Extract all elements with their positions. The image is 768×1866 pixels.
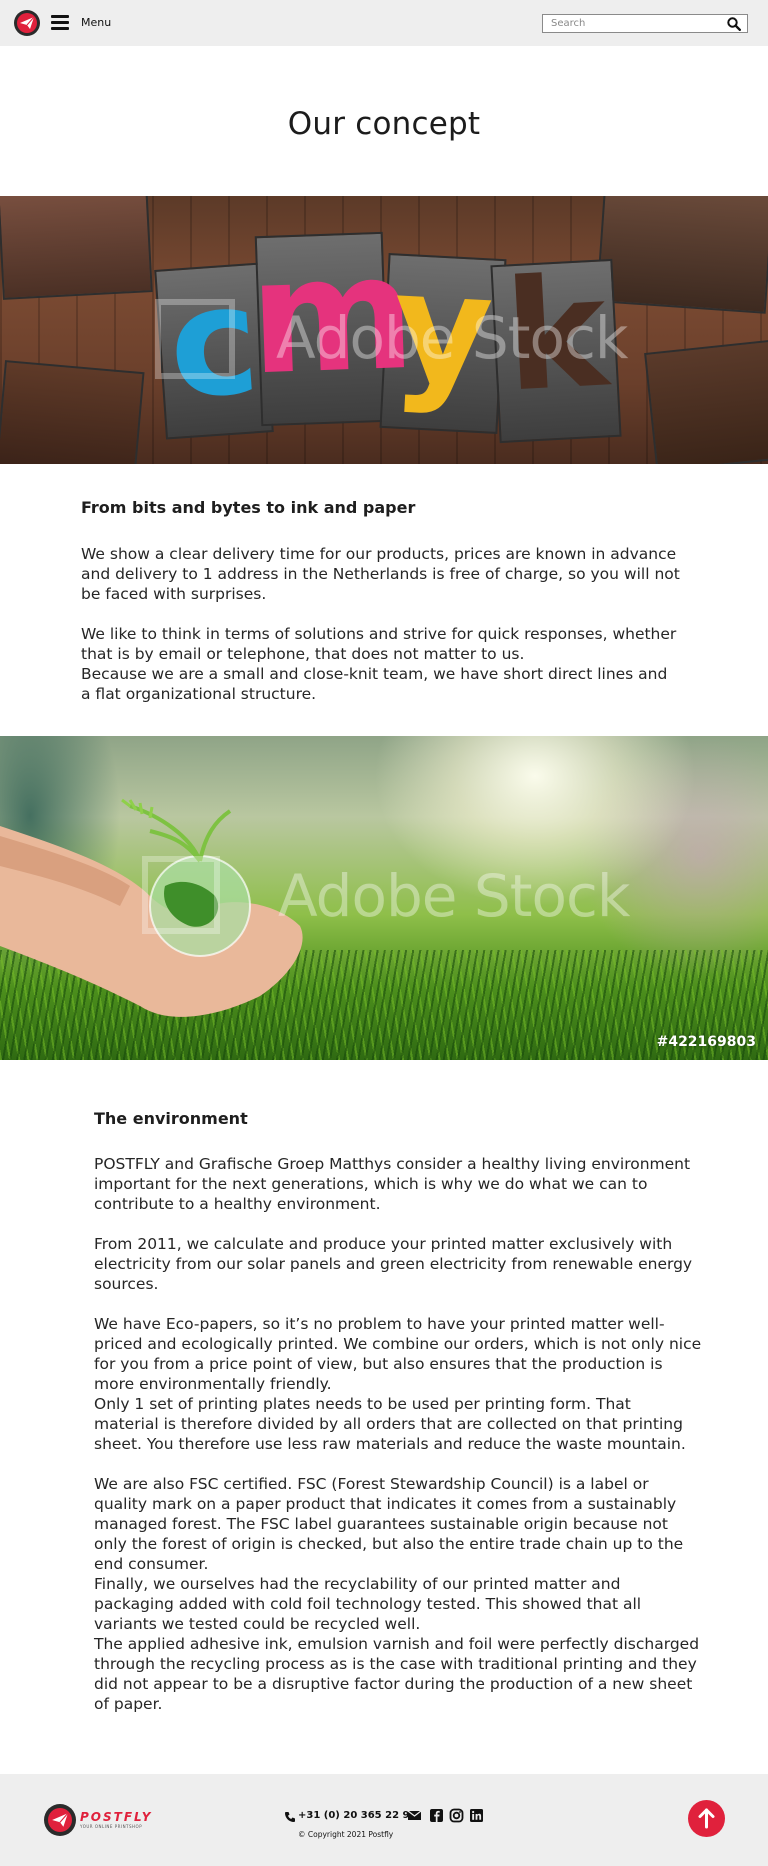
search-icon[interactable] [727,17,741,31]
footer-brand-name[interactable]: POSTFLY [80,1810,153,1824]
search-input[interactable] [543,15,723,32]
section1-paragraph-2: We like to think in terms of solutions a… [81,625,677,663]
adobe-stock-watermark: Adobe Stock [278,862,630,930]
stock-image-id: #422169803 [656,1034,756,1050]
instagram-icon[interactable] [449,1808,464,1823]
menu-label[interactable]: Menu [81,16,111,29]
section2-paragraph-1: POSTFLY and Grafische Groep Matthys cons… [94,1155,691,1213]
footer-brand-tagline: YOUR ONLINE PRINTSHOP [80,1824,143,1829]
scroll-to-top-button[interactable] [688,1800,725,1837]
linkedin-icon[interactable] [469,1808,484,1823]
section2-paragraph-4: Only 1 set of printing plates needs to b… [94,1395,686,1453]
section2-paragraph-6: Finally, we ourselves had the recyclabil… [94,1575,642,1633]
postfly-footer-logo-icon[interactable] [44,1804,76,1836]
search-box [542,14,748,33]
footer-phone-number[interactable]: +31 (0) 20 365 22 93 [298,1810,416,1821]
cmyk-letterpress-image: c m y k Adobe Stock [0,196,768,464]
footer-copyright: © Copyright 2021 Postfly [298,1830,394,1839]
section2-paragraph-5: We are also FSC certified. FSC (Forest S… [94,1475,684,1573]
section2-paragraph-7: The applied adhesive ink, emulsion varni… [94,1635,700,1713]
hands-globe-grass-image: Adobe Stock #422169803 [0,736,768,1060]
postfly-logo-icon[interactable] [14,10,40,36]
page-title: Our concept [287,106,481,142]
section2-paragraph-2: From 2011, we calculate and produce your… [94,1235,693,1293]
facebook-icon[interactable] [429,1808,444,1823]
mail-icon[interactable] [407,1808,422,1823]
section-heading-bits-bytes: From bits and bytes to ink and paper [81,498,416,517]
section1-paragraph-3: Because we are a small and close-knit te… [81,665,668,703]
section-heading-environment: The environment [94,1109,248,1128]
section2-paragraph-3: We have Eco-papers, so it’s no problem t… [94,1315,702,1393]
section1-paragraph-1: We show a clear delivery time for our pr… [81,545,680,603]
arrow-up-icon [698,1808,715,1829]
adobe-stock-watermark-logo [142,856,220,934]
adobe-stock-watermark: Adobe Stock [276,304,628,372]
hamburger-menu-icon[interactable] [51,15,69,30]
adobe-stock-watermark-logo [155,299,235,379]
site-header: Menu [0,0,768,46]
phone-icon [285,1812,295,1822]
